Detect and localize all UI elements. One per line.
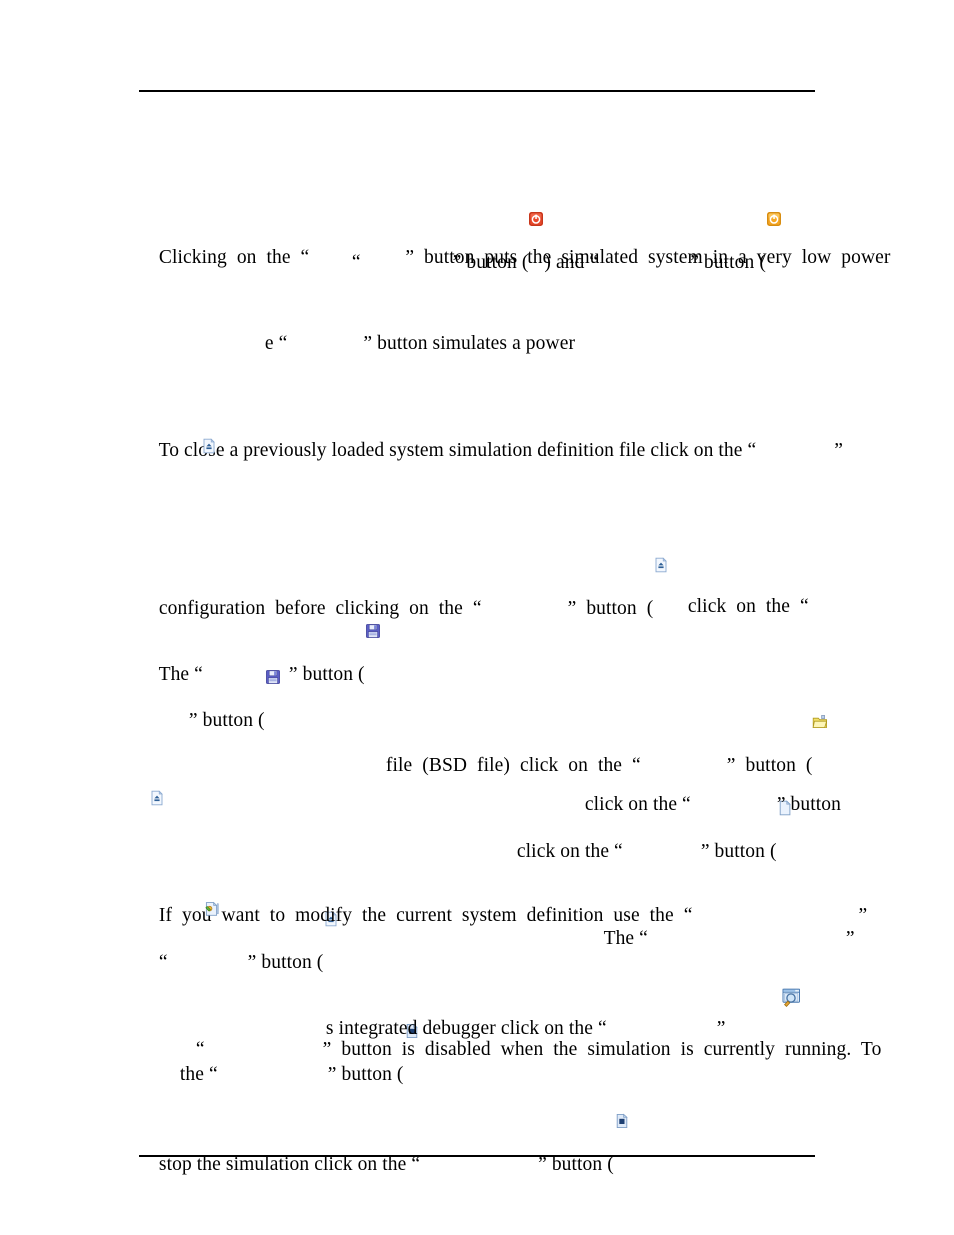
line14-text-start: The “ [603, 928, 648, 949]
line4-text-start: To close a previously loaded system simu… [158, 440, 757, 461]
paragraph-line-8: ” button ( [169, 591, 281, 760]
paragraph-line-11: click on the “ ” button [565, 766, 841, 844]
stop-simulation-icon [404, 971, 420, 1039]
line13-text-end: ” [858, 905, 868, 926]
line10-text-start: click on the “ [516, 841, 623, 862]
close-document-icon [653, 505, 669, 573]
line10-text-end: ” button ( [700, 841, 777, 862]
line5-text-end: ” button ( [567, 598, 654, 619]
line3-text-start: e “ [264, 333, 288, 354]
line11-text-start: click on the “ [584, 794, 691, 815]
close-document-icon [323, 859, 339, 927]
line14-text-end: ” [845, 928, 855, 949]
close-document-icon [201, 438, 217, 454]
footer-rule [139, 1155, 815, 1157]
power-off-icon [528, 159, 544, 226]
stop-simulation-icon [614, 1061, 630, 1129]
debugger-icon [781, 987, 802, 1008]
save-icon [365, 571, 381, 638]
line2-text-end: ” button puts the simulated system in a … [405, 247, 891, 268]
paragraph-line-18: stop the simulation click on the “ ” butt… [139, 1035, 630, 1204]
paragraph-line-7: click on the “ [668, 568, 809, 646]
save-icon [265, 617, 281, 684]
paragraph-line-14: The “ ” [584, 900, 855, 978]
paragraph-line-2: Clicking on the “ ” button puts the simul… [139, 219, 890, 297]
open-folder-icon [812, 662, 828, 728]
document-page: “” button ( ) and “” button ( Clicking o… [0, 0, 954, 1235]
line18-text-end: ” button ( [538, 1154, 614, 1175]
header-rule [139, 90, 815, 92]
modify-definition-icon [204, 901, 220, 917]
power-on-icon [766, 159, 782, 226]
line6-text-end: ” button ( [288, 664, 365, 685]
new-document-icon [777, 748, 793, 816]
line11-text-end: ” button [776, 794, 841, 815]
close-document-icon [149, 790, 165, 806]
line3-text-end: ” button simulates a power [363, 333, 576, 354]
line2-text-start: Clicking on the “ [158, 247, 310, 268]
line7-text: click on the “ [687, 596, 809, 617]
line4-text-end: ” [834, 440, 844, 461]
line18-text-start: stop the simulation click on the “ [158, 1154, 421, 1175]
paragraph-line-3: e “ ” button simulates a power [245, 305, 575, 383]
line8-text-start: ” button ( [188, 710, 265, 731]
